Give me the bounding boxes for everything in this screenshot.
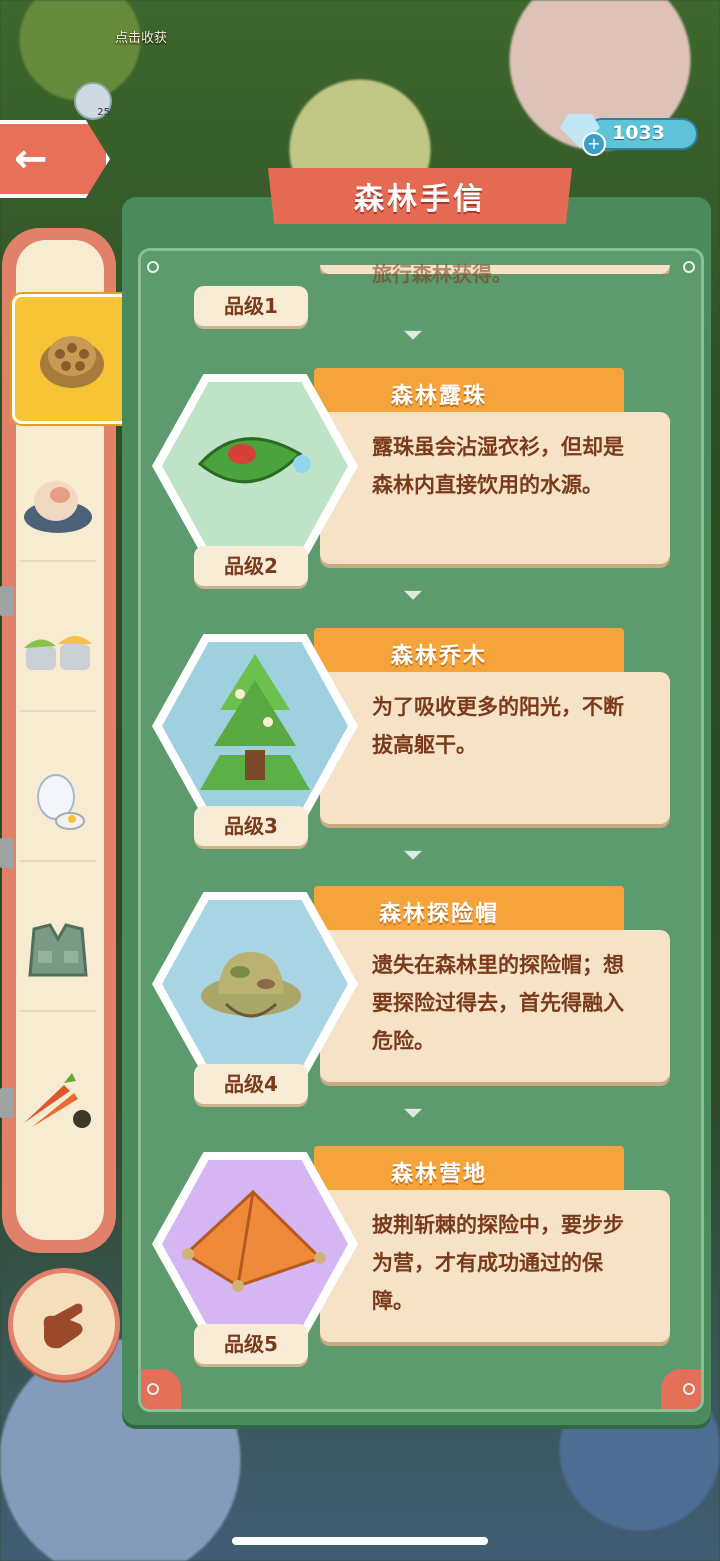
grade-label: 品级2: [194, 546, 308, 586]
entry-grade-1[interactable]: 旅行森林获得。 品级1: [0, 40, 720, 326]
grade-label: 品级4: [194, 1064, 308, 1104]
home-indicator[interactable]: [232, 1537, 488, 1545]
chevron-down-icon: ▾: [403, 584, 423, 605]
chevron-down-icon: ▾: [403, 844, 423, 865]
explorer-hat-icon: [201, 952, 301, 1018]
entry-desc: 露珠虽会沾湿衣衫，但却是森林内直接饮用的水源。: [372, 435, 624, 497]
leaf-dewdrop-icon: [197, 437, 311, 484]
entry-grade-2[interactable]: 森林露珠 露珠虽会沾湿衣衫，但却是森林内直接饮用的水源。 品级2: [0, 368, 720, 598]
chevron-down-icon: ▾: [403, 1102, 423, 1123]
entry-grade-4[interactable]: 森林探险帽 遗失在森林里的探险帽；想要探险过得去，首先得融入危险。 品级4: [0, 886, 720, 1116]
grade-label: 品级3: [194, 806, 308, 846]
entry-desc: 遗失在森林里的探险帽；想要探险过得去，首先得融入危险。: [372, 953, 624, 1053]
grade-label: 品级1: [194, 286, 308, 326]
entry-name: 森林探险帽: [378, 902, 499, 927]
entry-desc: 为了吸收更多的阳光，不断拔高躯干。: [372, 695, 624, 757]
entry-name: 森林营地: [390, 1162, 487, 1187]
tree-icon: [200, 654, 310, 790]
entry-grade-5[interactable]: 森林营地 披荆斩棘的探险中，要步步为营，才有成功通过的保障。 品级5: [0, 1146, 720, 1376]
entry-grade-3[interactable]: 森林乔木 为了吸收更多的阳光，不断拔高躯干。 品级3: [0, 628, 720, 858]
entry-name: 森林露珠: [390, 384, 487, 409]
entry-desc: 旅行森林获得。: [372, 262, 512, 286]
grade-label: 品级5: [194, 1324, 308, 1364]
entry-desc: 披荆斩棘的探险中，要步步为营，才有成功通过的保障。: [372, 1213, 624, 1313]
chevron-down-icon: ▾: [403, 324, 423, 345]
tent-icon: [182, 1189, 326, 1292]
entry-name: 森林乔木: [390, 644, 487, 669]
